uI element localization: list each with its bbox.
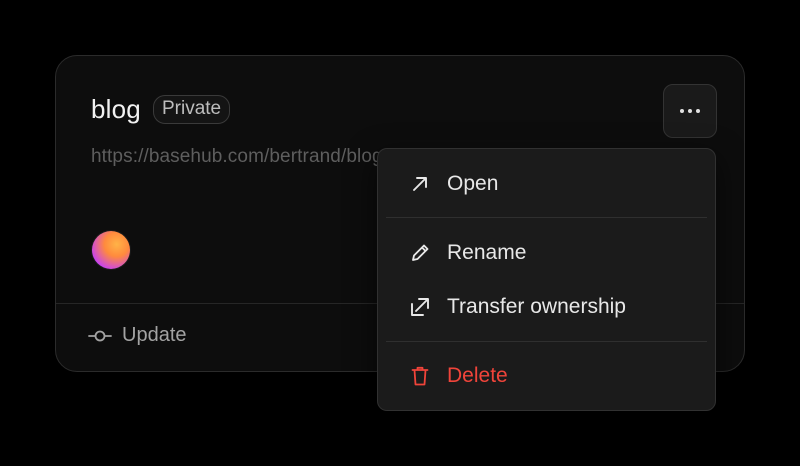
footer-update-label: Update [122, 324, 187, 346]
card-footer: Update [88, 324, 187, 347]
transfer-icon [411, 298, 429, 316]
card-title-row: blog Private [91, 94, 231, 125]
stage: blog Private https://basehub.com/bertran… [0, 0, 800, 466]
menu-item-label: Delete [447, 364, 508, 387]
avatar [92, 231, 130, 269]
menu-item-label: Open [447, 172, 499, 195]
menu-separator [386, 341, 707, 342]
menu-item-label: Rename [447, 241, 527, 264]
card-title[interactable]: blog [91, 94, 141, 125]
menu-item-open[interactable]: Open [378, 164, 715, 204]
private-badge: Private [152, 95, 231, 124]
menu-item-delete[interactable]: Delete [378, 356, 715, 396]
menu-item-label: Transfer ownership [447, 295, 626, 318]
menu-item-transfer-ownership[interactable]: Transfer ownership [378, 287, 715, 327]
arrow-up-right-icon [413, 177, 427, 191]
ellipsis-icon [680, 109, 700, 113]
menu-item-rename[interactable]: Rename [378, 233, 715, 273]
commit-icon [88, 330, 112, 341]
pencil-icon [412, 244, 429, 261]
card-url: https://basehub.com/bertrand/blog [91, 146, 383, 167]
more-options-button[interactable] [663, 84, 717, 138]
context-menu: Open Rename Transfer ownership Delete [377, 148, 716, 411]
menu-separator [386, 217, 707, 218]
trash-icon [411, 366, 429, 386]
